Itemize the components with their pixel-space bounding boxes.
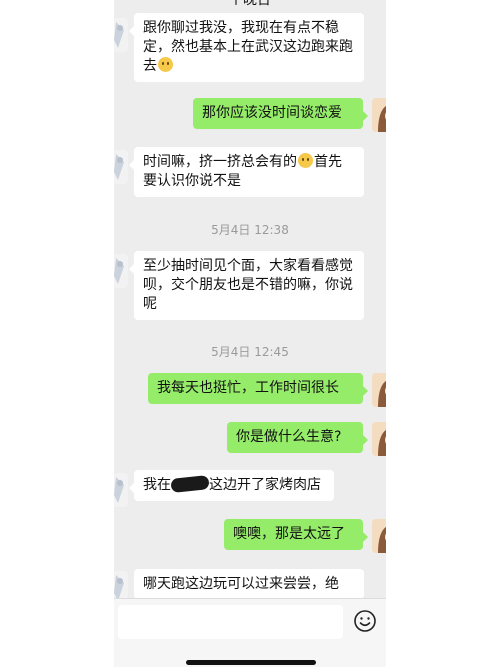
message-timestamp: 5月4日 12:45 [211, 345, 289, 359]
avatar-girl-icon [372, 98, 386, 132]
emoji-smile-icon [354, 610, 376, 632]
message-bubble-incoming[interactable]: 哪天跑这边玩可以过来尝尝，绝 [134, 569, 364, 599]
emoji-button[interactable] [353, 609, 377, 633]
message-text: 我在 [143, 477, 171, 493]
message-text: 时间嘛，挤一挤总会有的 [143, 154, 297, 170]
user-avatar[interactable] [372, 519, 386, 553]
avatar-girl-icon [372, 422, 386, 456]
message-input[interactable] [118, 605, 343, 639]
avatar-girl-icon [372, 519, 386, 553]
message-timestamp: 5月4日 12:38 [211, 223, 289, 237]
avatar-girl-icon [372, 373, 386, 407]
contact-avatar[interactable] [114, 473, 128, 507]
avatar-illustration-icon [114, 18, 128, 52]
home-indicator[interactable] [186, 660, 316, 665]
avatar-illustration-icon [114, 473, 128, 507]
chat-screen: 个晚台 跟你聊过我没，我现在有点不稳定，然也基本上在武汉这边跑来跑去 那你应该没… [114, 0, 386, 667]
message-bubble-outgoing[interactable]: 噢噢，那是太远了 [224, 519, 368, 550]
smile-emoji-icon [298, 153, 313, 168]
grinning-sweat-emoji-icon [158, 57, 173, 72]
message-bubble-outgoing[interactable]: 我每天也挺忙，工作时间很长 [148, 373, 368, 404]
message-bubble-incoming[interactable]: 时间嘛，挤一挤总会有的 首先要认识你说不是 [129, 147, 364, 197]
message-text: 你是做什么生意? [236, 429, 342, 445]
chat-title: 个晚台 [229, 0, 271, 8]
message-bubble-incoming[interactable]: 我在 这边开了家烤肉店 [129, 470, 334, 501]
avatar-illustration-icon [114, 254, 128, 288]
message-bubble-outgoing[interactable]: 那你应该没时间谈恋爱 [193, 98, 368, 129]
message-text: 哪天跑这边玩可以过来尝尝，绝 [143, 576, 339, 592]
user-avatar[interactable] [372, 98, 386, 132]
message-text: 这边开了家烤肉店 [209, 477, 321, 493]
message-bubble-incoming[interactable]: 至少抽时间见个面，大家看看感觉呗，交个朋友也是不错的嘛，你说呢 [129, 251, 364, 320]
message-text: 噢噢，那是太远了 [233, 526, 345, 542]
message-text: 我每天也挺忙，工作时间很长 [157, 380, 339, 396]
user-avatar[interactable] [372, 373, 386, 407]
screenshot-page: 个晚台 跟你聊过我没，我现在有点不稳定，然也基本上在武汉这边跑来跑去 那你应该没… [0, 0, 500, 667]
message-text: 至少抽时间见个面，大家看看感觉呗，交个朋友也是不错的嘛，你说呢 [143, 258, 353, 312]
message-text: 跟你聊过我没，我现在有点不稳定，然也基本上在武汉这边跑来跑去 [143, 20, 353, 74]
chat-input-bar [114, 598, 386, 667]
contact-avatar[interactable] [114, 254, 128, 288]
user-avatar[interactable] [372, 422, 386, 456]
message-text: 那你应该没时间谈恋爱 [202, 105, 342, 121]
message-bubble-incoming[interactable]: 跟你聊过我没，我现在有点不稳定，然也基本上在武汉这边跑来跑去 [129, 13, 364, 82]
contact-avatar[interactable] [114, 18, 128, 52]
redaction-mark [170, 475, 210, 493]
avatar-illustration-icon [114, 150, 128, 184]
contact-avatar[interactable] [114, 150, 128, 184]
message-bubble-outgoing[interactable]: 你是做什么生意? [227, 422, 368, 453]
